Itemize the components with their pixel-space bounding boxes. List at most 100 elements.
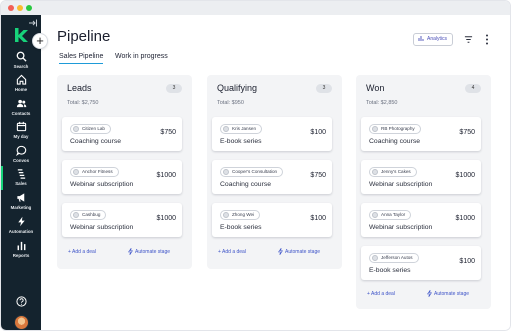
deal-amount: $100 [459, 258, 475, 265]
contact-chip[interactable]: Citizen Lab [70, 124, 111, 134]
sidebar-item-label: Search [13, 64, 29, 69]
analytics-icon [418, 36, 424, 41]
automate-stage-label: Automate stage [285, 249, 321, 255]
contact-name: Zhong Wei [232, 212, 255, 217]
sidebar-item-search[interactable]: Search [1, 49, 41, 73]
tab-work-in-progress[interactable]: Work in progress [115, 53, 168, 60]
column-count-badge: 3 [316, 84, 332, 93]
deal-name: Webinar subscription [70, 224, 134, 231]
user-avatar[interactable] [14, 315, 29, 330]
contact-name: Cashbug [82, 212, 101, 217]
deal-card[interactable]: Jenny's Cakes Webinar subscription $1000 [361, 160, 481, 194]
deal-card[interactable]: Zhong Wei E-book series $100 [212, 203, 332, 237]
analytics-button[interactable]: Analytics [413, 33, 453, 46]
deal-card[interactable]: Jefferson Autos E-book series $100 [361, 246, 481, 280]
deal-card[interactable]: Anchor Fitness Webinar subscription $100… [62, 160, 182, 194]
sidebar-item-label: Convos [12, 158, 30, 163]
sales-icon [17, 169, 25, 179]
deal-amount: $1000 [156, 172, 176, 179]
pipeline-column-leads: Leads 3 Total: $2,750 Citizen Lab Coachi… [57, 75, 192, 269]
contact-chip[interactable]: Kris Jansen [220, 124, 263, 134]
sidebar-item-reports[interactable]: Reports [1, 238, 41, 262]
contact-name: Kris Jansen [232, 126, 257, 131]
automate-stage-button[interactable]: Automate stage [427, 290, 469, 297]
contact-avatar [223, 211, 229, 218]
automate-stage-button[interactable]: Automate stage [128, 248, 170, 255]
deal-card[interactable]: Anna Taylor Webinar subscription $1000 [361, 203, 481, 237]
contact-chip[interactable]: Zhong Wei [220, 210, 261, 220]
contact-chip[interactable]: RB Photography [369, 124, 421, 134]
deal-amount: $750 [459, 129, 475, 136]
deal-name: Webinar subscription [369, 224, 433, 231]
app-logo-icon[interactable] [14, 27, 28, 43]
contact-name: Jenny's Cakes [381, 169, 411, 174]
column-title: Qualifying [217, 83, 258, 93]
column-total: Total: $950 [217, 100, 244, 106]
contact-avatar [73, 168, 79, 175]
deal-card[interactable]: Cooper's Consultation Coaching course $7… [212, 160, 332, 194]
deal-name: E-book series [220, 224, 262, 231]
plus-icon: + [36, 33, 44, 48]
deal-name: E-book series [369, 267, 411, 274]
contact-chip[interactable]: Anna Taylor [369, 210, 412, 220]
deal-card[interactable]: RB Photography Coaching course $750 [361, 117, 481, 151]
add-deal-button[interactable]: + Add a deal [218, 249, 246, 255]
contact-name: Anchor Fitness [82, 169, 113, 174]
bolt-icon [17, 216, 25, 227]
contact-avatar [73, 125, 79, 132]
contact-chip[interactable]: Cashbug [70, 210, 107, 220]
contact-avatar [372, 254, 378, 261]
sidebar-item-contacts[interactable]: Contacts [1, 96, 41, 120]
sidebar-item-my-day[interactable]: My day [1, 119, 41, 143]
deal-amount: $1000 [455, 172, 475, 179]
deal-card[interactable]: Citizen Lab Coaching course $750 [62, 117, 182, 151]
sidebar-item-convos[interactable]: Convos [1, 143, 41, 167]
filter-icon[interactable] [464, 35, 473, 44]
sidebar-item-automation[interactable]: Automation [1, 214, 41, 238]
sidebar-item-home[interactable]: Home [1, 72, 41, 96]
deal-name: E-book series [220, 138, 262, 145]
automate-stage-button[interactable]: Automate stage [278, 248, 320, 255]
sidebar-item-label: Marketing [10, 205, 32, 210]
help-icon[interactable] [16, 296, 27, 307]
deal-card[interactable]: Cashbug Webinar subscription $1000 [62, 203, 182, 237]
contacts-icon [16, 99, 26, 108]
contact-name: Anna Taylor [381, 212, 406, 217]
add-deal-button[interactable]: + Add a deal [367, 291, 395, 297]
calendar-icon [16, 121, 26, 132]
more-vertical-icon[interactable] [483, 34, 491, 45]
contact-chip[interactable]: Jefferson Autos [369, 253, 419, 263]
deal-amount: $100 [310, 215, 326, 222]
search-icon [16, 51, 27, 62]
add-deal-button[interactable]: + Add a deal [68, 249, 96, 255]
sidebar-item-label: My day [13, 134, 29, 139]
add-button[interactable]: + [32, 33, 48, 49]
close-window-dot[interactable] [8, 5, 14, 11]
column-total: Total: $2,850 [366, 100, 398, 106]
collapse-sidebar-icon[interactable] [28, 18, 38, 28]
contact-chip[interactable]: Cooper's Consultation [220, 167, 284, 177]
maximize-window-dot[interactable] [26, 5, 32, 11]
sidebar-item-marketing[interactable]: Marketing [1, 190, 41, 214]
contact-avatar [73, 211, 79, 218]
deal-amount: $100 [310, 129, 326, 136]
sidebar-item-label: Automation [8, 229, 34, 234]
column-title: Won [366, 83, 385, 93]
bolt-icon [278, 248, 283, 255]
deal-card[interactable]: Kris Jansen E-book series $100 [212, 117, 332, 151]
contact-avatar [223, 125, 229, 132]
contact-name: Jefferson Autos [381, 255, 413, 260]
deal-amount: $750 [310, 172, 326, 179]
sidebar-item-sales[interactable]: Sales [1, 166, 41, 190]
contact-name: Cooper's Consultation [232, 169, 278, 174]
sidebar-item-label: Sales [15, 181, 27, 186]
tab-sales-pipeline[interactable]: Sales Pipeline [59, 53, 104, 64]
deal-name: Coaching course [369, 138, 421, 145]
contact-name: Citizen Lab [82, 126, 105, 131]
deal-amount: $1000 [455, 215, 475, 222]
minimize-window-dot[interactable] [17, 5, 23, 11]
contact-chip[interactable]: Anchor Fitness [70, 167, 119, 177]
deal-name: Webinar subscription [70, 181, 134, 188]
contact-chip[interactable]: Jenny's Cakes [369, 167, 417, 177]
automate-stage-label: Automate stage [434, 291, 470, 297]
